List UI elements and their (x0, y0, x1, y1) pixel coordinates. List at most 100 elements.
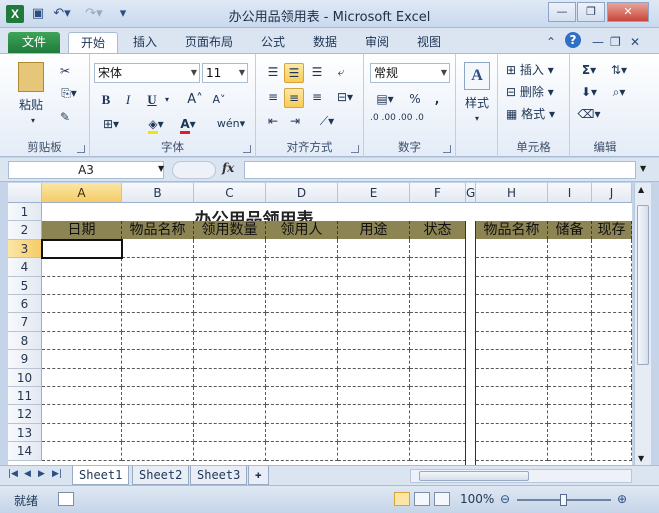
increase-font-icon[interactable]: A˄ (186, 91, 204, 111)
column-header[interactable]: D (266, 183, 338, 203)
table-header-cell[interactable]: 物品名称 (122, 221, 194, 240)
cell[interactable] (266, 405, 338, 424)
row-header[interactable]: 2 (8, 221, 42, 240)
cell[interactable] (476, 423, 548, 443)
align-left-icon[interactable]: ≡ (264, 88, 282, 108)
cell[interactable] (548, 239, 592, 259)
workbook-close-icon[interactable]: ✕ (630, 35, 640, 49)
table-header-cell[interactable]: 日期 (42, 221, 122, 240)
align-right-icon[interactable]: ≡ (308, 88, 326, 108)
cell[interactable] (548, 295, 592, 314)
cell[interactable] (266, 239, 338, 259)
cell[interactable] (266, 387, 338, 406)
phonetic-icon[interactable]: wén▾ (216, 115, 246, 135)
inventory-header-cell[interactable]: 物品名称 (476, 221, 548, 240)
column-header[interactable]: I (548, 183, 592, 203)
insert-cells-button[interactable]: ⊞ 插入 ▾ (506, 61, 566, 81)
table-header-cell[interactable]: 领用数量 (194, 221, 266, 240)
cell[interactable] (122, 276, 194, 295)
column-header[interactable]: G (466, 183, 476, 203)
cell[interactable] (266, 295, 338, 314)
vertical-scrollbar[interactable]: ▲ ▼ (634, 183, 651, 465)
horizontal-scrollbar[interactable] (410, 469, 632, 483)
cell[interactable] (194, 442, 266, 461)
column-header[interactable]: E (338, 183, 410, 203)
prev-sheet-icon[interactable]: ◀ (24, 469, 31, 479)
cell[interactable] (548, 350, 592, 369)
merge-center-icon[interactable]: ⊟▾ (332, 88, 358, 108)
scroll-down-icon[interactable]: ▼ (638, 454, 644, 463)
cell[interactable] (592, 423, 632, 443)
collapse-ribbon-icon[interactable]: ⌃ (546, 35, 556, 49)
cell[interactable] (338, 239, 410, 259)
cell[interactable] (42, 295, 122, 314)
workbook-minimize-icon[interactable]: — (592, 35, 604, 49)
zoom-slider-thumb[interactable] (560, 494, 567, 506)
cell[interactable] (410, 442, 466, 461)
cell[interactable] (122, 239, 194, 259)
cell[interactable] (122, 442, 194, 461)
font-size-select[interactable]: 11 ▼ (202, 63, 248, 83)
cell[interactable] (266, 423, 338, 443)
restore-button[interactable]: ❐ (577, 2, 605, 22)
scroll-up-icon[interactable]: ▲ (638, 185, 644, 194)
cell[interactable] (548, 442, 592, 461)
cell[interactable] (476, 368, 548, 387)
styles-icon[interactable]: A (464, 62, 490, 90)
increase-decimal-button[interactable]: .0 .00 (370, 114, 396, 134)
column-header[interactable]: J (592, 183, 632, 203)
number-format-select[interactable]: 常规 ▼ (370, 63, 450, 83)
cell[interactable] (194, 239, 266, 259)
cell[interactable] (592, 239, 632, 259)
cell[interactable] (476, 276, 548, 295)
cell[interactable] (338, 387, 410, 406)
underline-button[interactable]: U (144, 91, 160, 111)
cell[interactable] (194, 423, 266, 443)
insert-function-button[interactable]: fx (222, 161, 234, 175)
cell[interactable] (338, 276, 410, 295)
percent-button[interactable]: % (408, 90, 422, 110)
page-break-view-icon[interactable] (434, 492, 450, 506)
cell[interactable] (548, 405, 592, 424)
cell[interactable] (266, 258, 338, 277)
row-header[interactable]: 6 (8, 295, 42, 314)
table-header-cell[interactable]: 用途 (338, 221, 410, 240)
cell[interactable] (338, 423, 410, 443)
align-bottom-icon[interactable]: ☰ (308, 63, 326, 83)
cell[interactable] (592, 405, 632, 424)
column-header[interactable]: C (194, 183, 266, 203)
cell[interactable] (122, 258, 194, 277)
underline-dropdown-icon[interactable]: ▾ (162, 91, 172, 111)
cell[interactable] (122, 313, 194, 332)
cell[interactable] (476, 387, 548, 406)
align-center-icon[interactable]: ≡ (284, 88, 304, 108)
tab-formulas[interactable]: 公式 (256, 32, 290, 53)
tab-home[interactable]: 开始 (68, 32, 118, 53)
cell[interactable] (592, 350, 632, 369)
autosum-button[interactable]: Σ▾ (576, 61, 602, 81)
styles-dropdown-icon[interactable]: ▾ (472, 110, 482, 130)
cell[interactable] (410, 405, 466, 424)
cell[interactable] (410, 295, 466, 314)
cell[interactable] (592, 387, 632, 406)
cell[interactable] (42, 423, 122, 443)
row-header[interactable]: 8 (8, 331, 42, 351)
decrease-indent-icon[interactable]: ⇤ (264, 112, 282, 132)
currency-icon[interactable]: ▤▾ (372, 90, 398, 110)
minimize-button[interactable]: — (548, 2, 576, 22)
cell[interactable] (194, 276, 266, 295)
cell[interactable] (548, 368, 592, 387)
cell[interactable] (194, 313, 266, 332)
tab-data[interactable]: 数据 (308, 32, 342, 53)
active-cell-selection[interactable] (41, 238, 123, 260)
cell[interactable] (410, 387, 466, 406)
decrease-decimal-button[interactable]: .00 .0 (398, 114, 424, 134)
cell[interactable] (266, 442, 338, 461)
comma-button[interactable]: , (430, 90, 444, 110)
sort-filter-icon[interactable]: ⇅▾ (606, 61, 632, 81)
row-header[interactable]: 14 (8, 442, 42, 461)
cell[interactable] (592, 331, 632, 351)
delete-cells-button[interactable]: ⊟ 删除 ▾ (506, 83, 566, 103)
vertical-scroll-thumb[interactable] (637, 205, 649, 365)
cell[interactable] (194, 387, 266, 406)
